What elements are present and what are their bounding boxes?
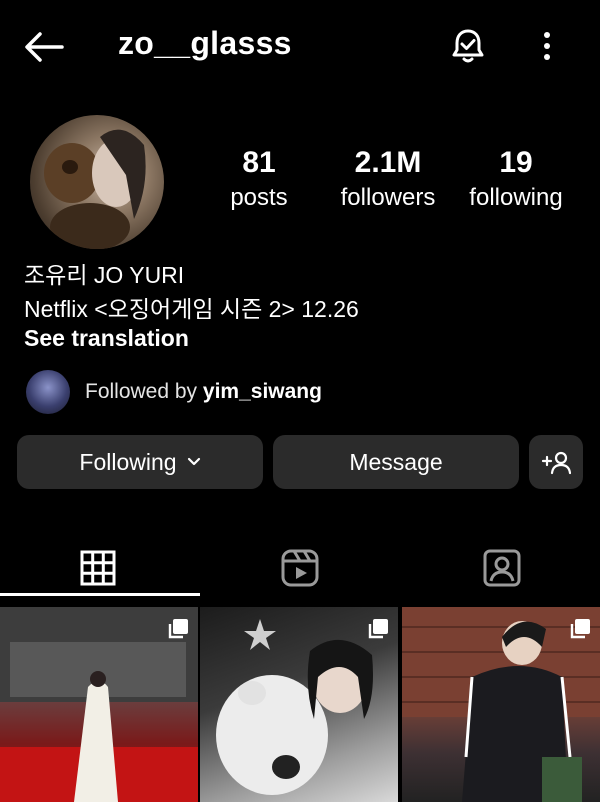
see-translation-link[interactable]: See translation (24, 325, 189, 352)
multi-post-icon (368, 619, 388, 639)
chevron-down-icon (187, 457, 200, 466)
profile-tabs (0, 540, 600, 596)
profile-display-name: 조유리 JO YURI (24, 262, 185, 288)
posts-label: posts (230, 184, 288, 211)
posts-count: 81 (242, 146, 276, 179)
back-arrow-icon[interactable] (22, 30, 66, 64)
post-thumbnail[interactable] (0, 607, 198, 802)
following-label: following (469, 184, 563, 211)
profile-username: zo__glasss (118, 25, 292, 61)
tagged-icon[interactable] (482, 548, 522, 588)
followers-label: followers (340, 184, 436, 211)
following-stat[interactable]: 19 following (460, 146, 572, 212)
followed-by-text[interactable]: Followed by yim_siwang (85, 380, 322, 404)
followed-by-username: yim_siwang (202, 380, 322, 403)
following-button[interactable]: Following (17, 435, 263, 489)
grid-icon[interactable] (78, 548, 118, 588)
profile-avatar[interactable] (30, 115, 164, 249)
followers-count: 2.1M (354, 146, 422, 179)
following-button-label: Following (79, 448, 177, 475)
multi-post-icon (570, 619, 590, 639)
followed-by-prefix: Followed by (85, 380, 198, 403)
posts-stat[interactable]: 81 posts (216, 146, 302, 212)
more-options-icon[interactable] (532, 28, 562, 64)
message-button-label: Message (349, 448, 443, 475)
mutual-follower-avatar[interactable] (26, 370, 70, 414)
top-bar: zo__glasss (0, 0, 600, 95)
post-grid (0, 607, 600, 802)
suggested-users-button[interactable] (529, 435, 583, 489)
multi-post-icon (168, 619, 188, 639)
reels-icon[interactable] (280, 548, 320, 588)
following-count: 19 (499, 146, 533, 179)
followers-stat[interactable]: 2.1M followers (330, 146, 446, 212)
message-button[interactable]: Message (273, 435, 519, 489)
post-thumbnail[interactable] (402, 607, 600, 802)
notification-bell-icon[interactable] (448, 26, 488, 66)
profile-bio: Netflix <오징어게임 시즌 2> 12.26 (24, 296, 359, 322)
post-thumbnail[interactable] (200, 607, 398, 802)
active-tab-indicator (0, 593, 200, 596)
add-user-icon (541, 451, 571, 475)
